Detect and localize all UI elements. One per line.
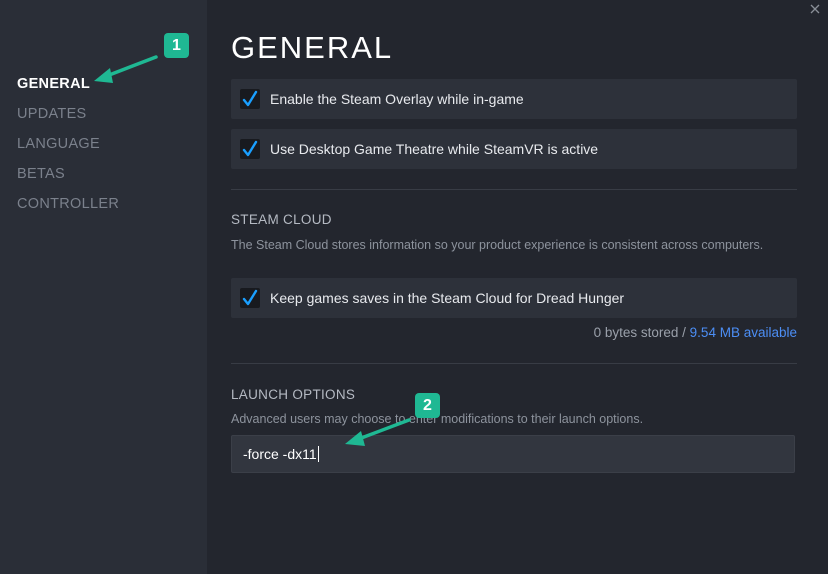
steam-overlay-checkbox[interactable] — [240, 89, 260, 109]
steam-cloud-heading: STEAM CLOUD — [231, 212, 332, 227]
storage-available-link[interactable]: 9.54 MB available — [690, 325, 797, 340]
sidebar-item-updates[interactable]: UPDATES — [17, 106, 87, 122]
option-desktop-game-theatre: Use Desktop Game Theatre while SteamVR i… — [231, 129, 797, 169]
annotation-badge-1: 1 — [164, 33, 189, 58]
launch-options-heading: LAUNCH OPTIONS — [231, 387, 356, 402]
sidebar-item-betas[interactable]: BETAS — [17, 166, 65, 182]
divider — [231, 189, 797, 190]
launch-options-description: Advanced users may choose to enter modif… — [231, 412, 644, 426]
option-steam-cloud-saves: Keep games saves in the Steam Cloud for … — [231, 278, 797, 318]
close-icon[interactable] — [808, 2, 822, 16]
text-cursor — [317, 446, 319, 462]
option-steam-overlay: Enable the Steam Overlay while in-game — [231, 79, 797, 119]
desktop-theatre-checkbox[interactable] — [240, 139, 260, 159]
annotation-badge-2: 2 — [415, 393, 440, 418]
bytes-stored: 0 bytes stored — [593, 325, 679, 340]
settings-sidebar: GENERAL UPDATES LANGUAGE BETAS CONTROLLE… — [0, 0, 207, 574]
check-icon — [242, 90, 258, 107]
desktop-theatre-label: Use Desktop Game Theatre while SteamVR i… — [270, 141, 599, 157]
storage-separator: / — [678, 325, 690, 340]
check-icon — [242, 140, 258, 157]
divider — [231, 363, 797, 364]
check-icon — [242, 289, 258, 306]
page-title: GENERAL — [231, 30, 394, 65]
steam-cloud-checkbox[interactable] — [240, 288, 260, 308]
general-settings-panel: GENERAL Enable the Steam Overlay while i… — [207, 0, 828, 574]
launch-options-value: -force -dx11 — [243, 446, 319, 462]
sidebar-item-language[interactable]: LANGUAGE — [17, 136, 100, 152]
sidebar-item-controller[interactable]: CONTROLLER — [17, 196, 119, 212]
launch-options-input[interactable]: -force -dx11 — [231, 435, 795, 473]
cloud-storage-status: 0 bytes stored / 9.54 MB available — [594, 325, 797, 340]
steam-overlay-label: Enable the Steam Overlay while in-game — [270, 91, 524, 107]
steam-cloud-label: Keep games saves in the Steam Cloud for … — [270, 290, 625, 306]
sidebar-item-general[interactable]: GENERAL — [17, 76, 90, 92]
steam-cloud-description: The Steam Cloud stores information so yo… — [231, 238, 764, 252]
